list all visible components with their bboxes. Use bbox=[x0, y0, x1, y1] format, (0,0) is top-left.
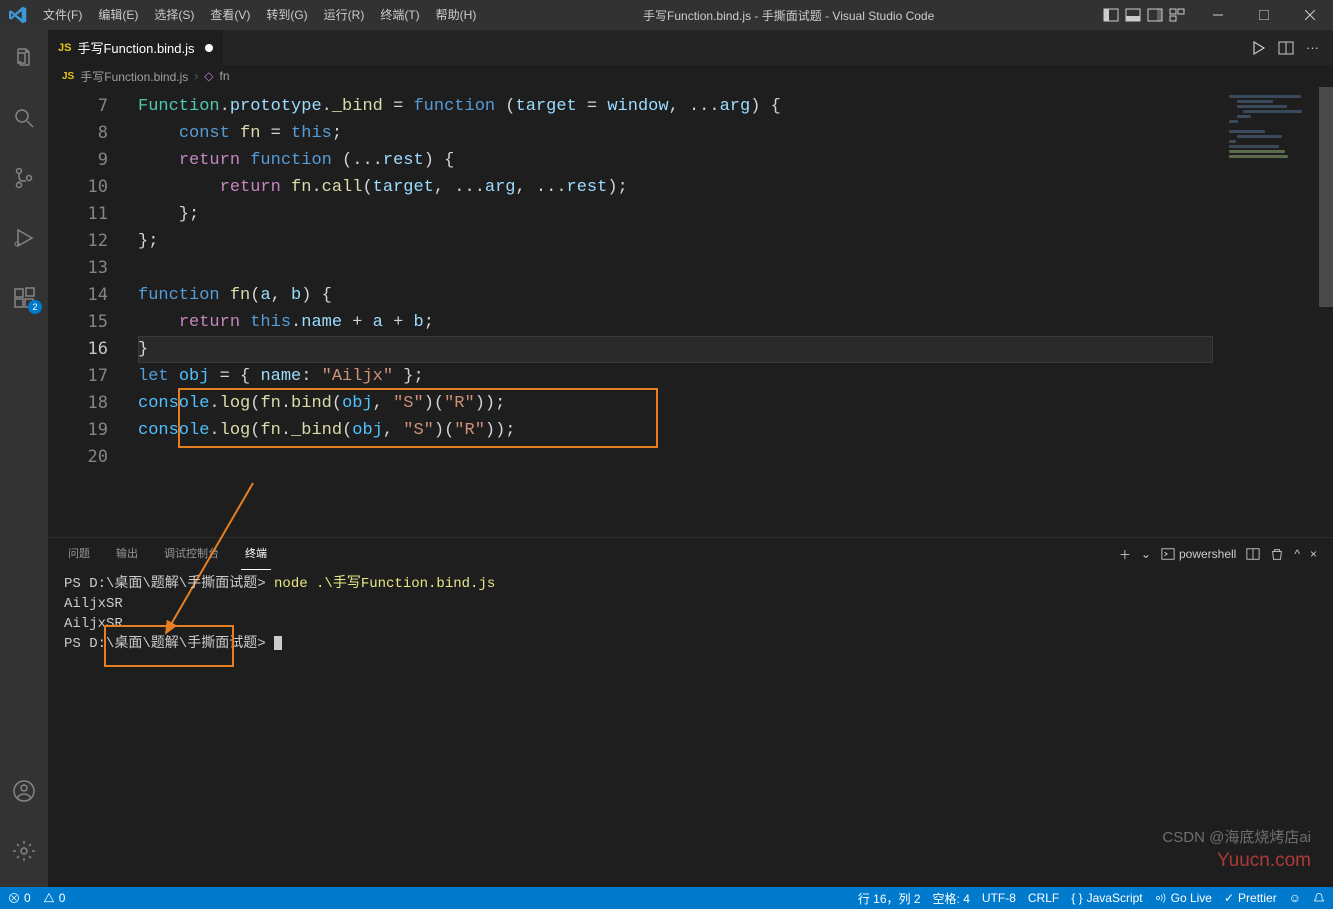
status-spaces[interactable]: 空格: 4 bbox=[933, 890, 970, 907]
menu-view[interactable]: 查看(V) bbox=[202, 0, 258, 30]
kill-terminal-icon[interactable] bbox=[1270, 547, 1284, 561]
menu-terminal[interactable]: 终端(T) bbox=[372, 0, 427, 30]
panel-tabs: 问题 输出 调试控制台 终端 ＋ ⌄ powershell ^ × bbox=[48, 538, 1333, 570]
breadcrumb-separator: › bbox=[194, 69, 198, 83]
layout-controls bbox=[1093, 7, 1195, 23]
terminal-cursor bbox=[274, 636, 282, 650]
activity-bar: 2 bbox=[0, 30, 48, 887]
status-prettier[interactable]: ✓ Prettier bbox=[1224, 891, 1277, 905]
status-language[interactable]: { } JavaScript bbox=[1071, 891, 1142, 905]
settings-gear-icon[interactable] bbox=[0, 831, 48, 871]
panel-tab-debug-console[interactable]: 调试控制台 bbox=[160, 539, 223, 569]
menu-selection[interactable]: 选择(S) bbox=[146, 0, 202, 30]
more-actions-icon[interactable]: ··· bbox=[1306, 40, 1319, 55]
annotation-box-output bbox=[104, 625, 234, 667]
panel-bottom-icon[interactable] bbox=[1125, 7, 1141, 23]
breadcrumb-file[interactable]: 手写Function.bind.js bbox=[80, 68, 188, 85]
status-golive[interactable]: Go Live bbox=[1155, 891, 1212, 905]
extensions-icon[interactable]: 2 bbox=[0, 278, 48, 318]
panel-tab-output[interactable]: 输出 bbox=[112, 539, 142, 569]
search-icon[interactable] bbox=[0, 98, 48, 138]
run-debug-icon[interactable] bbox=[0, 218, 48, 258]
menu-file[interactable]: 文件(F) bbox=[35, 0, 90, 30]
editor-tabs: JS 手写Function.bind.js ··· bbox=[48, 30, 1333, 65]
status-ln-col[interactable]: 行 16，列 2 bbox=[858, 890, 921, 907]
status-feedback-icon[interactable]: ☺ bbox=[1289, 891, 1301, 905]
window-controls bbox=[1195, 0, 1333, 30]
status-bell-icon[interactable] bbox=[1313, 892, 1325, 904]
minimap[interactable] bbox=[1229, 93, 1319, 173]
tab-label: 手写Function.bind.js bbox=[77, 38, 194, 57]
menu-help[interactable]: 帮助(H) bbox=[428, 0, 485, 30]
breadcrumb-symbol[interactable]: fn bbox=[220, 69, 230, 83]
tab-file[interactable]: JS 手写Function.bind.js bbox=[48, 30, 224, 65]
close-button[interactable] bbox=[1287, 0, 1333, 30]
accounts-icon[interactable] bbox=[0, 771, 48, 811]
layout-grid-icon[interactable] bbox=[1169, 7, 1185, 23]
vertical-scrollbar[interactable] bbox=[1319, 87, 1333, 537]
status-warnings[interactable]: 0 bbox=[43, 891, 66, 905]
annotation-box-code bbox=[178, 388, 658, 448]
menu-go[interactable]: 转到(G) bbox=[258, 0, 315, 30]
modified-indicator-icon bbox=[205, 44, 213, 52]
vscode-logo-icon bbox=[0, 6, 35, 24]
extensions-badge: 2 bbox=[28, 300, 42, 314]
panel-left-icon[interactable] bbox=[1103, 7, 1119, 23]
minimize-button[interactable] bbox=[1195, 0, 1241, 30]
js-file-icon: JS bbox=[58, 42, 71, 54]
maximize-panel-icon[interactable]: ^ bbox=[1294, 547, 1300, 561]
panel-tab-problems[interactable]: 问题 bbox=[64, 539, 94, 569]
terminal-shell-label[interactable]: powershell bbox=[1161, 547, 1236, 561]
js-file-icon: JS bbox=[62, 71, 74, 82]
panel-right-icon[interactable] bbox=[1147, 7, 1163, 23]
status-errors[interactable]: 0 bbox=[8, 891, 31, 905]
status-eol[interactable]: CRLF bbox=[1028, 891, 1059, 905]
menu-run[interactable]: 运行(R) bbox=[316, 0, 373, 30]
status-bar: 0 0 行 16，列 2 空格: 4 UTF-8 CRLF { } JavaSc… bbox=[0, 887, 1333, 909]
explorer-icon[interactable] bbox=[0, 38, 48, 78]
terminal-dropdown-icon[interactable]: ⌄ bbox=[1141, 547, 1151, 561]
maximize-button[interactable] bbox=[1241, 0, 1287, 30]
status-encoding[interactable]: UTF-8 bbox=[982, 891, 1016, 905]
bottom-panel: 问题 输出 调试控制台 终端 ＋ ⌄ powershell ^ × bbox=[48, 537, 1333, 887]
menu-edit[interactable]: 编辑(E) bbox=[90, 0, 146, 30]
terminal[interactable]: PS D:\桌面\题解\手撕面试题> node .\手写Function.bin… bbox=[48, 570, 1333, 887]
menu-bar: 文件(F) 编辑(E) 选择(S) 查看(V) 转到(G) 运行(R) 终端(T… bbox=[35, 0, 484, 30]
close-panel-icon[interactable]: × bbox=[1310, 547, 1317, 561]
split-terminal-icon[interactable] bbox=[1246, 547, 1260, 561]
split-editor-icon[interactable] bbox=[1278, 40, 1294, 56]
title-bar: 文件(F) 编辑(E) 选择(S) 查看(V) 转到(G) 运行(R) 终端(T… bbox=[0, 0, 1333, 30]
new-terminal-icon[interactable]: ＋ bbox=[1119, 546, 1131, 563]
window-title: 手写Function.bind.js - 手撕面试题 - Visual Stud… bbox=[484, 7, 1093, 24]
source-control-icon[interactable] bbox=[0, 158, 48, 198]
cube-icon: ◇ bbox=[204, 69, 213, 83]
code-editor[interactable]: 7891011121314151617181920 Function.proto… bbox=[48, 87, 1333, 537]
editor-group: JS 手写Function.bind.js ··· JS 手写Function.… bbox=[48, 30, 1333, 887]
panel-tab-terminal[interactable]: 终端 bbox=[241, 539, 271, 570]
line-gutter: 7891011121314151617181920 bbox=[48, 87, 128, 471]
breadcrumb[interactable]: JS 手写Function.bind.js › ◇ fn bbox=[48, 65, 1333, 87]
run-file-icon[interactable] bbox=[1250, 40, 1266, 56]
